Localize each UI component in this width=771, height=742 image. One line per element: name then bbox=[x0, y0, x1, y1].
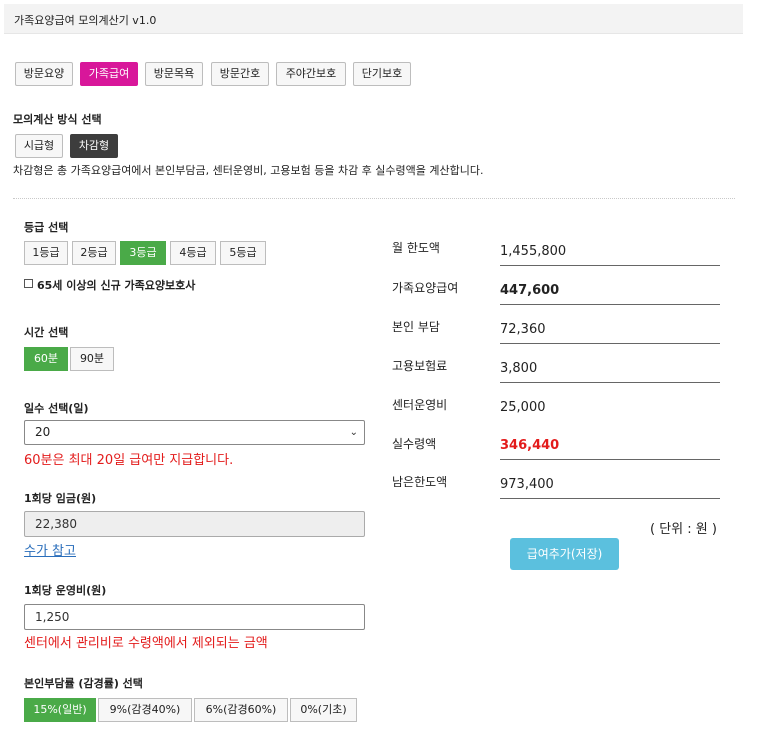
time-label: 시간 선택 bbox=[24, 326, 69, 339]
copay-result-value: 72,360 bbox=[500, 318, 720, 344]
grade-label: 등급 선택 bbox=[24, 221, 69, 234]
wage-label: 1회당 임금(원) bbox=[24, 492, 97, 505]
grade-4-button[interactable]: 4등급 bbox=[170, 241, 216, 265]
tab-home-bathing[interactable]: 방문목욕 bbox=[145, 62, 203, 86]
days-warning: 60분은 최대 20일 급여만 지급합니다. bbox=[24, 453, 234, 468]
remaining-limit-label: 남은한도액 bbox=[392, 475, 448, 489]
wage-field: 22,380 bbox=[24, 511, 365, 537]
time-90-button[interactable]: 90분 bbox=[70, 347, 114, 371]
save-button[interactable]: 급여추가(저장) bbox=[510, 538, 619, 570]
net-pay-label: 실수령액 bbox=[392, 437, 437, 451]
days-label: 일수 선택(일) bbox=[24, 402, 89, 415]
insurance-label: 고용보험료 bbox=[392, 359, 448, 373]
tab-short-term-care[interactable]: 단기보호 bbox=[353, 62, 411, 86]
monthly-limit-value: 1,455,800 bbox=[500, 240, 720, 266]
method-label: 모의계산 방식 선택 bbox=[13, 113, 102, 126]
senior-caregiver-checkbox[interactable] bbox=[24, 279, 33, 288]
tab-family-care[interactable]: 가족급여 bbox=[80, 62, 138, 86]
copay-15-button[interactable]: 15%(일반) bbox=[24, 698, 96, 722]
fee-reference-link[interactable]: 수가 참고 bbox=[24, 540, 76, 559]
app-title: 가족요양급여 모의계산기 v1.0 bbox=[14, 14, 157, 27]
tab-day-night-care[interactable]: 주야간보호 bbox=[276, 62, 346, 86]
time-60-button[interactable]: 60분 bbox=[24, 347, 68, 371]
senior-caregiver-label: 65세 이상의 신규 가족요양보호사 bbox=[37, 279, 196, 292]
opcost-label: 1회당 운영비(원) bbox=[24, 584, 107, 597]
grade-2-button[interactable]: 2등급 bbox=[72, 241, 116, 265]
method-deduction-button[interactable]: 차감형 bbox=[70, 134, 118, 158]
opcost-field[interactable]: 1,250 bbox=[24, 604, 365, 630]
grade-1-button[interactable]: 1등급 bbox=[24, 241, 68, 265]
copay-6-button[interactable]: 6%(감경60%) bbox=[194, 698, 288, 722]
monthly-limit-label: 월 한도액 bbox=[392, 241, 440, 255]
center-fee-value: 25,000 bbox=[500, 400, 546, 415]
chevron-down-icon: ⌄ bbox=[349, 427, 358, 438]
family-care-label: 가족요양급여 bbox=[392, 281, 459, 295]
method-description: 차감형은 총 가족요양급여에서 본인부담금, 센터운영비, 고용보험 등을 차감… bbox=[13, 164, 484, 177]
copay-0-button[interactable]: 0%(기초) bbox=[290, 698, 357, 722]
insurance-value: 3,800 bbox=[500, 357, 720, 383]
family-care-value: 447,600 bbox=[500, 279, 720, 305]
divider bbox=[13, 198, 735, 199]
days-selected-value: 20 bbox=[35, 425, 51, 439]
tab-home-care[interactable]: 방문요양 bbox=[15, 62, 73, 86]
unit-note: ( 단위 : 원 ) bbox=[650, 522, 717, 537]
center-fee-label: 센터운영비 bbox=[392, 398, 448, 412]
tab-home-nursing[interactable]: 방문간호 bbox=[211, 62, 269, 86]
copay-result-label: 본인 부담 bbox=[392, 320, 440, 334]
grade-5-button[interactable]: 5등급 bbox=[220, 241, 266, 265]
copay-label: 본인부담률 (감경률) 선택 bbox=[24, 677, 143, 690]
opcost-warning: 센터에서 관리비로 수령액에서 제외되는 금액 bbox=[24, 636, 268, 651]
net-pay-value: 346,440 bbox=[500, 434, 720, 460]
grade-3-button[interactable]: 3등급 bbox=[120, 241, 166, 265]
title-bar: 가족요양급여 모의계산기 v1.0 bbox=[4, 4, 743, 34]
days-select[interactable]: 20 ⌄ bbox=[24, 420, 365, 445]
copay-9-button[interactable]: 9%(감경40%) bbox=[98, 698, 192, 722]
remaining-limit-value: 973,400 bbox=[500, 473, 720, 499]
method-hourly-button[interactable]: 시급형 bbox=[15, 134, 63, 158]
